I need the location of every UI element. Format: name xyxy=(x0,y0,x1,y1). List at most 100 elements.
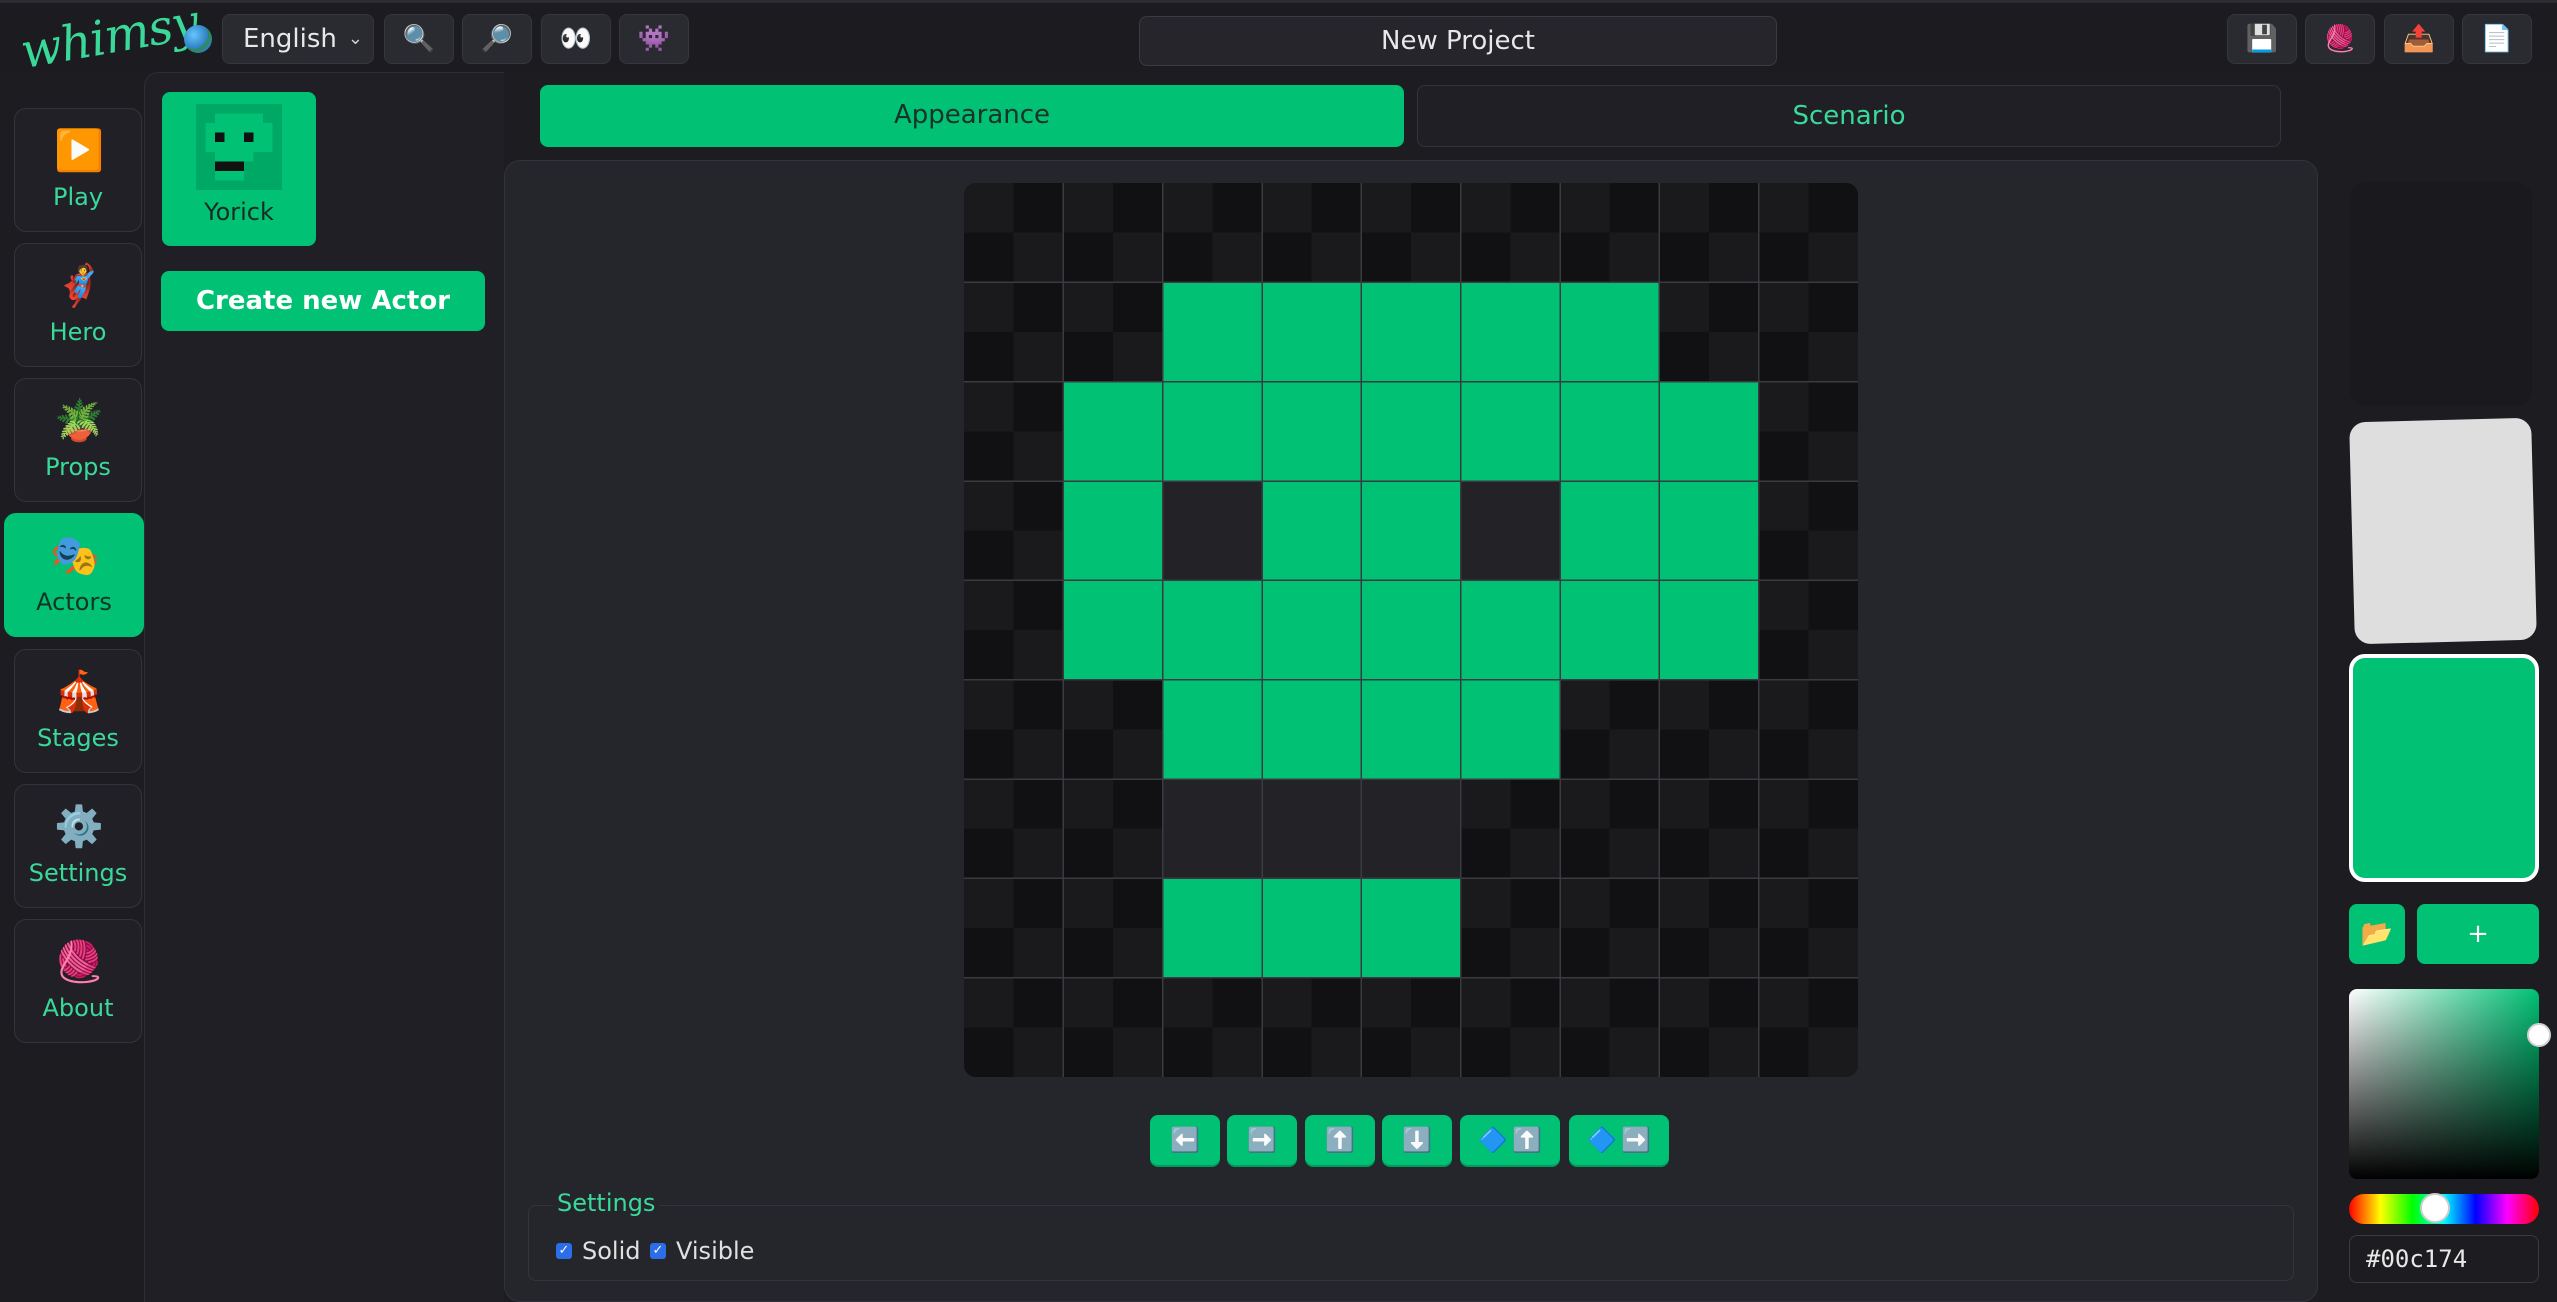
visible-checkbox[interactable]: ✓ Visible xyxy=(650,1237,754,1265)
pixel-cell-empty[interactable] xyxy=(1063,183,1163,283)
pixel-cell-empty[interactable] xyxy=(964,878,1064,978)
pixel-cell-empty[interactable] xyxy=(1659,977,1759,1077)
pixel-cell-filled[interactable] xyxy=(1361,282,1461,382)
pixel-cell-filled[interactable] xyxy=(1460,679,1560,779)
save-button[interactable]: 💾 xyxy=(2227,14,2297,64)
language-select[interactable]: English ⌄ xyxy=(222,14,374,64)
pixel-cell-empty[interactable] xyxy=(1361,183,1461,283)
game-button[interactable]: 👾 xyxy=(619,14,689,64)
pixel-cell-empty[interactable] xyxy=(964,580,1064,680)
pixel-cell-empty[interactable] xyxy=(1659,183,1759,283)
pixel-cell-empty[interactable] xyxy=(964,977,1064,1077)
pixel-cell-filled[interactable] xyxy=(1361,481,1461,581)
pixel-cell-filled[interactable] xyxy=(1262,381,1362,481)
pixel-cell-empty[interactable] xyxy=(964,381,1064,481)
pixel-cell-filled[interactable] xyxy=(1659,481,1759,581)
pixel-cell-empty[interactable] xyxy=(1460,779,1560,879)
actor-card[interactable]: Yorick xyxy=(162,92,316,246)
pixel-cell-filled[interactable] xyxy=(1162,878,1262,978)
color-swatch-background[interactable] xyxy=(2350,182,2532,406)
color-swatch-selected[interactable] xyxy=(2349,654,2539,882)
pixel-cell-empty[interactable] xyxy=(1063,282,1163,382)
pixel-cell-empty[interactable] xyxy=(1063,779,1163,879)
project-title-input[interactable]: New Project xyxy=(1139,16,1777,66)
zoom-in-button[interactable]: 🔍 xyxy=(384,14,454,64)
pixel-cell-empty[interactable] xyxy=(964,183,1064,283)
flip-vertical-button[interactable]: 🔷 ⬆️ xyxy=(1460,1115,1560,1165)
pixel-cell-empty[interactable] xyxy=(1758,779,1858,879)
pixel-cell-empty[interactable] xyxy=(964,481,1064,581)
pixel-cell-dark[interactable] xyxy=(1361,779,1461,879)
pixel-cell-empty[interactable] xyxy=(1063,878,1163,978)
pixel-cell-filled[interactable] xyxy=(1460,282,1560,382)
pixel-cell-filled[interactable] xyxy=(1162,580,1262,680)
pixel-cell-empty[interactable] xyxy=(1460,183,1560,283)
pixel-cell-empty[interactable] xyxy=(1560,183,1660,283)
sidebar-item-settings[interactable]: ⚙️ Settings xyxy=(14,784,142,908)
pixel-cell-empty[interactable] xyxy=(964,282,1064,382)
pixel-cell-empty[interactable] xyxy=(1659,779,1759,879)
saturation-handle[interactable] xyxy=(2527,1023,2551,1047)
pixel-cell-empty[interactable] xyxy=(1162,183,1262,283)
pixel-cell-filled[interactable] xyxy=(1361,381,1461,481)
pixel-cell-filled[interactable] xyxy=(1262,481,1362,581)
pixel-cell-filled[interactable] xyxy=(1361,580,1461,680)
zoom-out-button[interactable]: 🔎 xyxy=(462,14,532,64)
pixel-cell-empty[interactable] xyxy=(1262,183,1362,283)
pixel-cell-empty[interactable] xyxy=(1758,481,1858,581)
pixel-cell-empty[interactable] xyxy=(1758,977,1858,1077)
pixel-cell-filled[interactable] xyxy=(1063,481,1163,581)
checkmark-icon[interactable]: ✓ xyxy=(556,1243,572,1259)
pixel-cell-empty[interactable] xyxy=(964,679,1064,779)
pixel-cell-filled[interactable] xyxy=(1063,381,1163,481)
sidebar-item-play[interactable]: ▶️ Play xyxy=(14,108,142,232)
sidebar-item-about[interactable]: 🧶 About xyxy=(14,919,142,1043)
pixel-cell-empty[interactable] xyxy=(1758,679,1858,779)
pixel-cell-filled[interactable] xyxy=(1262,282,1362,382)
pixel-cell-filled[interactable] xyxy=(1460,580,1560,680)
pixel-cell-empty[interactable] xyxy=(1659,878,1759,978)
pixel-cell-empty[interactable] xyxy=(1758,282,1858,382)
pixel-cell-filled[interactable] xyxy=(1659,580,1759,680)
pixel-cell-dark[interactable] xyxy=(1262,779,1362,879)
pixel-cell-empty[interactable] xyxy=(1460,878,1560,978)
pixel-cell-filled[interactable] xyxy=(1063,580,1163,680)
pixel-cell-filled[interactable] xyxy=(1560,282,1660,382)
pixel-cell-filled[interactable] xyxy=(1162,679,1262,779)
pixel-cell-empty[interactable] xyxy=(1758,580,1858,680)
sidebar-item-actors[interactable]: 🎭 Actors xyxy=(4,513,144,637)
pixel-cell-empty[interactable] xyxy=(1758,878,1858,978)
pixel-cell-empty[interactable] xyxy=(1361,977,1461,1077)
shift-right-button[interactable]: ➡️ xyxy=(1227,1115,1297,1165)
hex-color-input[interactable]: #00c174 xyxy=(2349,1235,2539,1283)
add-color-button[interactable]: + xyxy=(2417,904,2539,964)
pixel-canvas[interactable] xyxy=(964,183,1858,1077)
pixel-cell-empty[interactable] xyxy=(1758,381,1858,481)
pixel-cell-filled[interactable] xyxy=(1560,481,1660,581)
pixel-grid[interactable] xyxy=(964,183,1858,1077)
load-button[interactable]: 🧶 xyxy=(2305,14,2375,64)
pixel-cell-filled[interactable] xyxy=(1162,282,1262,382)
sidebar-item-hero[interactable]: 🦸 Hero xyxy=(14,243,142,367)
tab-scenario[interactable]: Scenario xyxy=(1417,85,2281,147)
pixel-cell-dark[interactable] xyxy=(1460,481,1560,581)
pixel-cell-filled[interactable] xyxy=(1262,580,1362,680)
tab-appearance[interactable]: Appearance xyxy=(540,85,1404,147)
sidebar-item-props[interactable]: 🪴 Props xyxy=(14,378,142,502)
pixel-cell-filled[interactable] xyxy=(1659,381,1759,481)
pixel-cell-empty[interactable] xyxy=(1560,878,1660,978)
document-button[interactable]: 📄 xyxy=(2462,14,2532,64)
pixel-cell-empty[interactable] xyxy=(1659,282,1759,382)
pixel-cell-empty[interactable] xyxy=(1063,679,1163,779)
shift-up-button[interactable]: ⬆️ xyxy=(1305,1115,1375,1165)
open-palette-button[interactable]: 📂 xyxy=(2349,904,2405,964)
pixel-cell-empty[interactable] xyxy=(964,779,1064,879)
solid-checkbox[interactable]: ✓ Solid xyxy=(556,1237,641,1265)
preview-button[interactable]: 👀 xyxy=(541,14,611,64)
hue-handle[interactable] xyxy=(2420,1193,2450,1223)
pixel-cell-filled[interactable] xyxy=(1262,679,1362,779)
color-swatch-light[interactable] xyxy=(2349,417,2537,645)
pixel-cell-empty[interactable] xyxy=(1758,183,1858,283)
pixel-cell-empty[interactable] xyxy=(1063,977,1163,1077)
pixel-cell-empty[interactable] xyxy=(1659,679,1759,779)
